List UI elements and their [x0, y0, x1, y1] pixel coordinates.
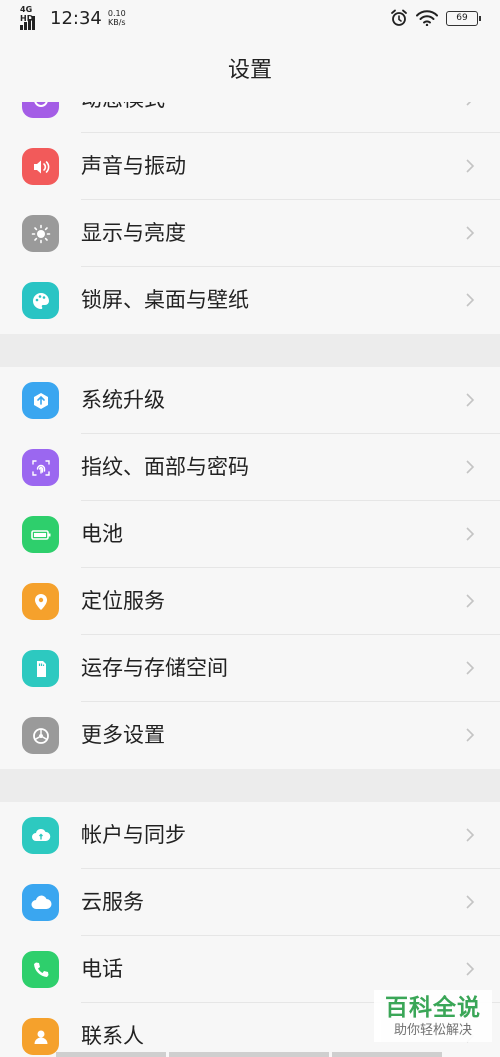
- settings-item-label: 帐户与同步: [81, 823, 186, 847]
- clock: 12:34: [50, 7, 102, 29]
- system-update-icon: [22, 382, 59, 419]
- settings-item-label: 运存与存储空间: [81, 656, 228, 680]
- chevron-right-icon: [466, 828, 475, 842]
- settings-item-system-update[interactable]: 系统升级: [0, 367, 500, 434]
- chevron-right-icon: [466, 293, 475, 307]
- chevron-right-icon: [466, 962, 475, 976]
- wifi-icon: [416, 10, 438, 26]
- settings-item-label: 联系人: [81, 1024, 144, 1048]
- settings-item-label: 锁屏、桌面与壁纸: [81, 288, 249, 312]
- watermark-logo: 百科全说 助你轻松解决: [374, 990, 492, 1042]
- watermark-title: 百科全说: [385, 995, 481, 1021]
- network-speed: 0.10 KB/s: [107, 9, 126, 27]
- settings-item-label: 系统升级: [81, 388, 165, 412]
- contacts-icon: [22, 1018, 59, 1055]
- chevron-right-icon: [466, 460, 475, 474]
- settings-item-motion[interactable]: 动态模式: [0, 102, 500, 133]
- settings-item-label: 更多设置: [81, 723, 165, 747]
- chevron-right-icon: [466, 895, 475, 909]
- chevron-right-icon: [466, 594, 475, 608]
- sun-icon: [22, 215, 59, 252]
- chevron-right-icon: [466, 527, 475, 541]
- chevron-right-icon: [466, 661, 475, 675]
- chevron-right-icon: [466, 393, 475, 407]
- settings-item-more-settings[interactable]: 更多设置: [0, 702, 500, 769]
- chevron-right-icon: [466, 159, 475, 173]
- chevron-right-icon: [466, 102, 472, 106]
- bottom-scroll-indicator: [0, 1052, 500, 1057]
- settings-item-sound[interactable]: 声音与振动: [0, 133, 500, 200]
- phone-icon: [22, 951, 59, 988]
- settings-item-label: 动态模式: [81, 102, 165, 133]
- settings-item-label: 定位服务: [81, 589, 165, 613]
- settings-item-battery[interactable]: 电池: [0, 501, 500, 568]
- settings-item-display[interactable]: 显示与亮度: [0, 200, 500, 267]
- speaker-icon: [22, 148, 59, 185]
- alarm-icon: [391, 9, 407, 26]
- settings-item-label: 电池: [81, 522, 123, 546]
- settings-item-lockscreen-wallpaper[interactable]: 锁屏、桌面与壁纸: [0, 267, 500, 334]
- battery-icon: [22, 516, 59, 553]
- motion-icon: [22, 102, 59, 118]
- settings-group: 系统升级 指纹、面部与密码 电池 定位服务 运存与存储空间 更多设置: [0, 367, 500, 769]
- battery-indicator: 69: [446, 10, 481, 26]
- fingerprint-icon: [22, 449, 59, 486]
- settings-item-label: 电话: [81, 957, 123, 981]
- more-settings-gear-icon: [22, 717, 59, 754]
- chevron-right-icon: [466, 728, 475, 742]
- settings-group: 动态模式 声音与振动: [0, 102, 500, 334]
- account-sync-icon: [22, 817, 59, 854]
- settings-item-label: 显示与亮度: [81, 221, 186, 245]
- watermark-subtitle: 助你轻松解决: [393, 1023, 472, 1038]
- settings-item-location[interactable]: 定位服务: [0, 568, 500, 635]
- settings-item-ram-storage[interactable]: 运存与存储空间: [0, 635, 500, 702]
- settings-item-fingerprint-face-password[interactable]: 指纹、面部与密码: [0, 434, 500, 501]
- settings-item-cloud-service[interactable]: 云服务: [0, 869, 500, 936]
- palette-icon: [22, 282, 59, 319]
- cellular-signal-icon: 4G HD: [20, 5, 44, 30]
- settings-item-label: 声音与振动: [81, 154, 186, 178]
- page-title: 设置: [0, 40, 500, 102]
- location-icon: [22, 583, 59, 620]
- section-divider: [0, 769, 500, 802]
- settings-list[interactable]: 动态模式 声音与振动: [0, 102, 500, 1057]
- status-bar: 4G HD 12:34 0.10 KB/s 69: [0, 0, 500, 40]
- settings-item-label: 云服务: [81, 890, 144, 914]
- settings-item-label: 指纹、面部与密码: [81, 455, 249, 479]
- section-divider: [0, 334, 500, 367]
- settings-item-account-sync[interactable]: 帐户与同步: [0, 802, 500, 869]
- chevron-right-icon: [466, 226, 475, 240]
- cloud-icon: [22, 884, 59, 921]
- storage-icon: [22, 650, 59, 687]
